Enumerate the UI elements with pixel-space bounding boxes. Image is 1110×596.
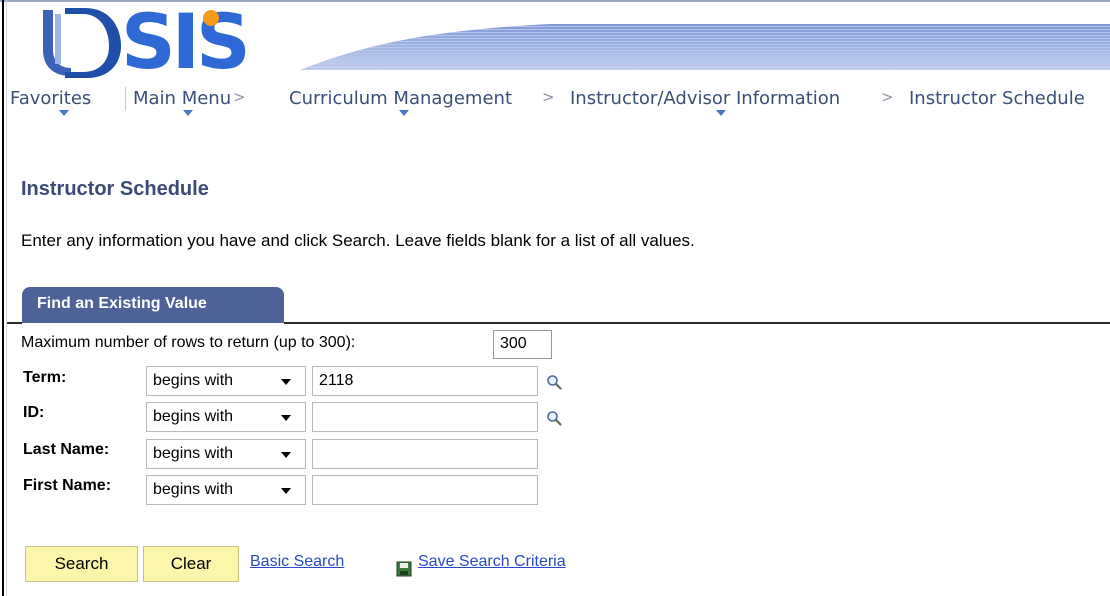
curriculum-caret-icon[interactable] [399,110,409,116]
save-disk-icon[interactable] [396,561,412,577]
page-frame: SIS Favorites Main Menu > Curriculum Man… [0,0,1110,596]
first-name-operator-value: begins with [153,481,234,498]
tab-label: Find an Existing Value [37,295,207,312]
last-name-operator-value: begins with [153,445,234,462]
nav-instructor-advisor-info[interactable]: Instructor/Advisor Information [570,88,840,109]
header-banner [300,2,1110,70]
last-name-operator-select[interactable]: begins with [146,439,306,469]
nav-separator: > [881,88,894,106]
max-rows-input[interactable]: 300 [493,330,552,359]
basic-search-link[interactable]: Basic Search [250,553,344,571]
nav-divider [125,87,126,111]
term-label: Term: [23,369,67,386]
nav-main-menu[interactable]: Main Menu [133,88,231,109]
sis-logo: SIS [43,2,251,84]
tab-underline-left [7,322,22,324]
page-title: Instructor Schedule [21,178,209,200]
save-search-criteria-link[interactable]: Save Search Criteria [418,553,566,571]
nav-favorites[interactable]: Favorites [10,88,91,109]
id-operator-value: begins with [153,408,234,425]
clear-button[interactable]: Clear [143,546,239,582]
term-lookup-icon[interactable] [546,374,562,390]
search-button[interactable]: Search [25,546,138,582]
first-name-operator-select[interactable]: begins with [146,475,306,505]
nav-curriculum-management[interactable]: Curriculum Management [289,88,512,109]
term-operator-select[interactable]: begins with [146,366,306,396]
tab-find-existing-value[interactable]: Find an Existing Value [22,287,284,323]
dropdown-arrow-icon [281,415,291,421]
dropdown-arrow-icon [281,379,291,385]
instructor-advisor-caret-icon[interactable] [716,110,726,116]
breadcrumb-nav: Favorites Main Menu > Curriculum Managem… [7,84,1110,116]
first-name-label: First Name: [23,477,112,494]
dropdown-arrow-icon [281,452,291,458]
id-lookup-icon[interactable] [546,410,562,426]
term-operator-value: begins with [153,372,234,389]
id-label: ID: [23,404,45,421]
instructions-text: Enter any information you have and click… [21,231,695,250]
id-operator-select[interactable]: begins with [146,402,306,432]
term-input[interactable]: 2118 [312,366,538,396]
last-name-label: Last Name: [23,441,110,458]
dropdown-arrow-icon [281,488,291,494]
svg-text:SIS: SIS [121,2,247,84]
id-input[interactable] [312,402,538,432]
main-menu-caret-icon[interactable] [183,110,193,116]
left-border [2,0,4,596]
term-input-value: 2118 [319,372,354,389]
favorites-caret-icon[interactable] [59,110,69,116]
nav-instructor-schedule[interactable]: Instructor Schedule [909,88,1085,109]
nav-separator: > [542,88,555,106]
nav-separator: > [233,88,246,106]
tab-underline [284,322,1110,324]
max-rows-value: 300 [500,335,527,352]
first-name-input[interactable] [312,475,538,505]
max-rows-label: Maximum number of rows to return (up to … [21,334,356,351]
last-name-input[interactable] [312,439,538,469]
